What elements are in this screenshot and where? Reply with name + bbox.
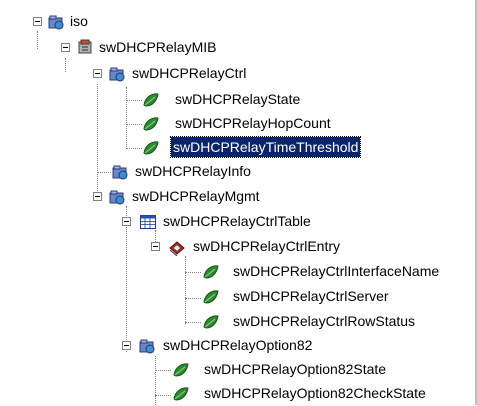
node-label[interactable]: swDHCPRelayOption82CheckState bbox=[202, 383, 428, 403]
tree-node-swdhcprelayoption82checkstate[interactable]: swDHCPRelayOption82CheckState bbox=[0, 382, 477, 406]
collapse-toggle[interactable] bbox=[33, 17, 42, 26]
folder-globe-icon bbox=[108, 188, 126, 206]
leaf-icon bbox=[202, 263, 220, 281]
entry-icon bbox=[168, 238, 186, 257]
node-label[interactable]: swDHCPRelayOption82 bbox=[161, 335, 314, 355]
leaf-icon bbox=[142, 91, 160, 109]
tree-node-iso[interactable]: iso bbox=[0, 10, 477, 34]
folder-globe-icon bbox=[108, 65, 126, 83]
tree-node-swdhcprelayctrlrowstatus[interactable]: swDHCPRelayCtrlRowStatus bbox=[0, 310, 477, 334]
tree-node-swdhcprelayhopcount[interactable]: swDHCPRelayHopCount bbox=[0, 112, 477, 136]
node-label[interactable]: swDHCPRelayOption82State bbox=[202, 359, 388, 379]
node-label[interactable]: swDHCPRelayHopCount bbox=[173, 113, 333, 133]
collapse-toggle[interactable] bbox=[93, 192, 102, 201]
node-label[interactable]: swDHCPRelayCtrlTable bbox=[161, 211, 313, 231]
tree-node-swdhcprelayctrltable[interactable]: swDHCPRelayCtrlTable bbox=[0, 210, 477, 234]
table-icon bbox=[139, 213, 157, 231]
node-label[interactable]: swDHCPRelayCtrlEntry bbox=[191, 236, 342, 256]
folder-globe-icon bbox=[111, 163, 129, 181]
collapse-toggle[interactable] bbox=[122, 341, 131, 350]
node-label[interactable]: swDHCPRelayMgmt bbox=[130, 186, 262, 206]
tree-node-swdhcprelayctrl[interactable]: swDHCPRelayCtrl bbox=[0, 62, 477, 86]
collapse-toggle[interactable] bbox=[122, 217, 131, 226]
tree-node-swdhcprelayoption82state[interactable]: swDHCPRelayOption82State bbox=[0, 358, 477, 382]
tree-node-swdhcprelayctrlserver[interactable]: swDHCPRelayCtrlServer bbox=[0, 285, 477, 309]
leaf-icon bbox=[202, 288, 220, 306]
folder-globe-icon bbox=[47, 13, 65, 31]
tree-node-swdhcprelayoption82[interactable]: swDHCPRelayOption82 bbox=[0, 334, 477, 358]
tree-node-swdhcprelaymib[interactable]: swDHCPRelayMIB bbox=[0, 35, 477, 59]
mib-module-icon bbox=[76, 38, 94, 56]
node-label[interactable]: swDHCPRelayCtrl bbox=[130, 63, 248, 83]
collapse-toggle[interactable] bbox=[151, 242, 160, 251]
node-label[interactable]: swDHCPRelayInfo bbox=[133, 161, 253, 181]
folder-globe-icon bbox=[138, 337, 156, 355]
tree-node-swdhcprelaymgmt[interactable]: swDHCPRelayMgmt bbox=[0, 185, 477, 209]
node-label[interactable]: swDHCPRelayMIB bbox=[97, 37, 218, 57]
node-label[interactable]: iso bbox=[68, 11, 90, 31]
node-label[interactable]: swDHCPRelayCtrlServer bbox=[231, 286, 391, 306]
tree-node-swdhcprelayinfo[interactable]: swDHCPRelayInfo bbox=[0, 160, 477, 184]
leaf-icon bbox=[172, 385, 190, 403]
leaf-icon bbox=[172, 361, 190, 379]
tree-node-swdhcprelayctrlinterfacename[interactable]: swDHCPRelayCtrlInterfaceName bbox=[0, 260, 477, 284]
collapse-toggle[interactable] bbox=[93, 69, 102, 78]
tree-node-swdhcprelaystate[interactable]: swDHCPRelayState bbox=[0, 88, 477, 112]
collapse-toggle[interactable] bbox=[61, 43, 70, 52]
mib-tree-view[interactable]: iso swDHCPRelayMIB swDHCPRelayCtrl swDHC… bbox=[0, 0, 477, 405]
leaf-icon bbox=[202, 313, 220, 331]
node-label[interactable]: swDHCPRelayCtrlRowStatus bbox=[231, 311, 417, 331]
tree-node-swdhcprelaytimethreshold[interactable]: swDHCPRelayTimeThreshold bbox=[0, 136, 477, 160]
node-label-selected[interactable]: swDHCPRelayTimeThreshold bbox=[169, 136, 362, 158]
node-label[interactable]: swDHCPRelayCtrlInterfaceName bbox=[231, 261, 441, 281]
leaf-icon bbox=[142, 139, 160, 157]
leaf-icon bbox=[142, 115, 160, 133]
tree-node-swdhcprelayctrlentry[interactable]: swDHCPRelayCtrlEntry bbox=[0, 235, 477, 259]
node-label[interactable]: swDHCPRelayState bbox=[173, 89, 302, 109]
